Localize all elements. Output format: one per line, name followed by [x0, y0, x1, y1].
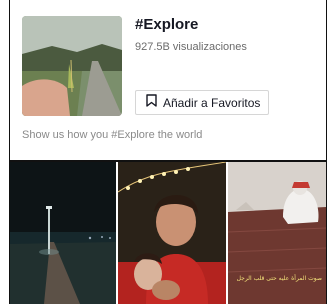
video-card[interactable]: [118, 162, 226, 304]
add-to-favorites-label: Añadir a Favoritos: [163, 95, 261, 110]
video-caption: صوت المرأة عليه حتى قلب الرجل: [237, 274, 322, 282]
hashtag-title: #Explore: [135, 16, 199, 33]
bookmark-icon: [146, 93, 157, 112]
view-count: 927.5B visualizaciones: [135, 41, 247, 53]
add-to-favorites-button[interactable]: Añadir a Favoritos: [135, 90, 269, 115]
hashtag-cover-image: [22, 16, 122, 116]
bottom-edge: [9, 304, 327, 308]
video-card[interactable]: صوت المرأة عليه حتى قلب الرجل: [228, 162, 326, 304]
hashtag-description: Show us how you #Explore the world: [22, 129, 203, 141]
video-card[interactable]: [10, 162, 116, 304]
